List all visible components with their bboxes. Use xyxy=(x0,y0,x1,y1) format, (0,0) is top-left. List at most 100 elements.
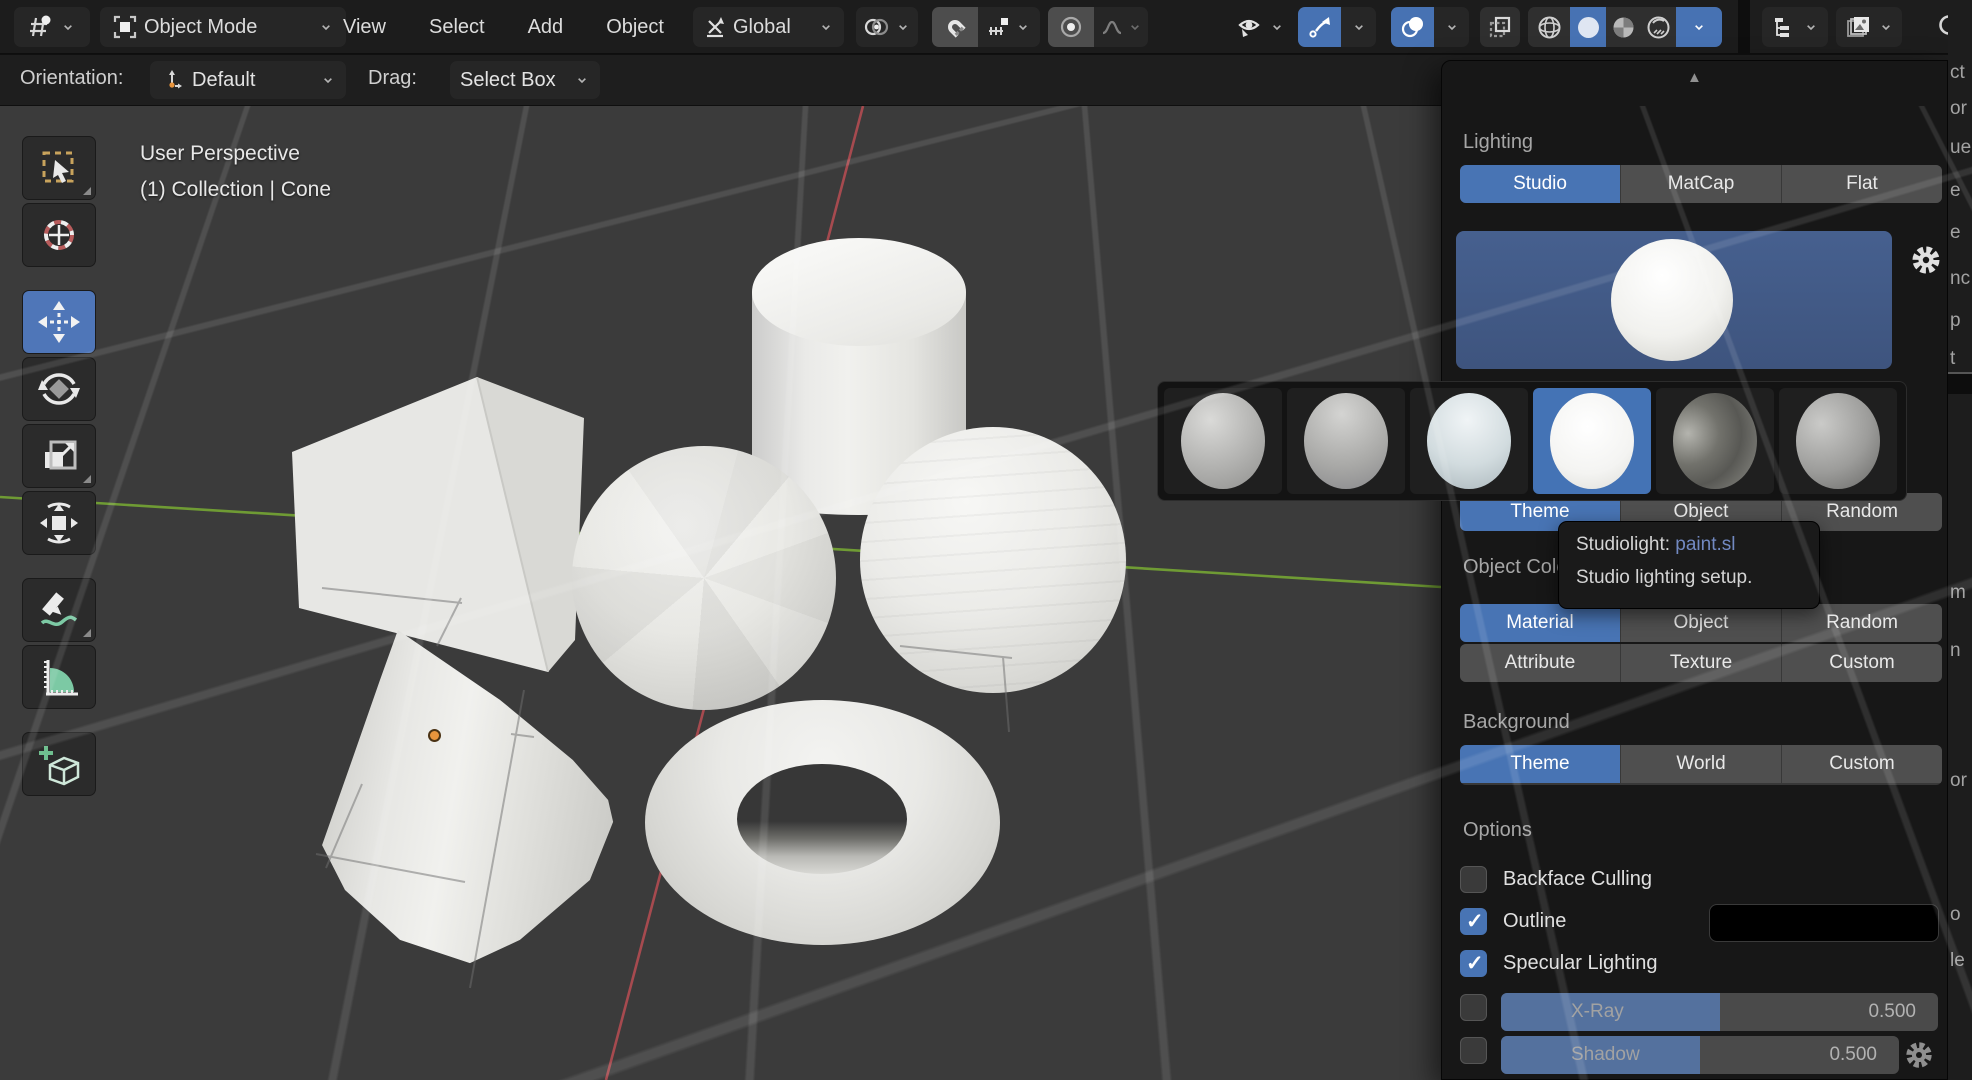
background-custom[interactable]: Custom xyxy=(1782,745,1942,783)
studiolight-thumb-4[interactable] xyxy=(1533,388,1651,494)
studiolight-preview[interactable] xyxy=(1456,231,1892,369)
shading-options-dropdown[interactable] xyxy=(1676,7,1722,47)
studiolight-thumb-1[interactable] xyxy=(1164,388,1282,494)
orientation-dropdown[interactable]: Default xyxy=(150,61,346,99)
outliner-filter-button[interactable] xyxy=(1836,7,1902,47)
shading-wireframe-button[interactable] xyxy=(1528,7,1570,47)
shadow-settings-gear-icon[interactable] xyxy=(1903,1039,1935,1071)
color-texture[interactable]: Texture xyxy=(1621,644,1781,682)
studiolight-thumb-5[interactable] xyxy=(1656,388,1774,494)
menu-select[interactable]: Select xyxy=(423,12,491,43)
color-row-2: Attribute Texture Custom xyxy=(1460,644,1942,682)
tab-flat[interactable]: Flat xyxy=(1782,165,1942,203)
gizmo-arrow-icon xyxy=(1307,14,1333,40)
color-object[interactable]: Object xyxy=(1621,604,1781,642)
tool-move[interactable] xyxy=(22,290,96,354)
rendered-sphere-icon xyxy=(1645,14,1672,41)
drag-caption: Drag: xyxy=(368,67,417,90)
shading-solid-button[interactable] xyxy=(1570,7,1606,47)
measure-tool-icon xyxy=(36,654,82,700)
outline-color-swatch[interactable] xyxy=(1709,904,1939,942)
options-heading: Options xyxy=(1463,819,1532,842)
outline-checkbox[interactable] xyxy=(1460,908,1487,935)
xray-slider-label: X-Ray xyxy=(1571,1001,1624,1023)
studiolight-sphere-4 xyxy=(1550,393,1634,489)
gizmos-toggle[interactable] xyxy=(1298,7,1341,47)
falloff-curve-icon xyxy=(1100,15,1124,39)
color-random[interactable]: Random xyxy=(1782,604,1942,642)
studiolight-thumb-3[interactable] xyxy=(1410,388,1528,494)
xray-toggle[interactable] xyxy=(1480,7,1520,47)
studiolight-sphere-5 xyxy=(1673,393,1757,489)
chevron-down-icon xyxy=(1803,19,1819,35)
background-theme[interactable]: Theme xyxy=(1460,745,1620,783)
xray-checkbox[interactable] xyxy=(1460,994,1487,1021)
material-preview-sphere-icon xyxy=(1610,14,1637,41)
add-cube-icon xyxy=(36,741,82,787)
tool-cursor[interactable] xyxy=(22,203,96,267)
tool-select-box[interactable] xyxy=(22,136,96,200)
specular-lighting-checkbox[interactable] xyxy=(1460,950,1487,977)
occluded-text-fragment: or xyxy=(1950,770,1967,792)
tab-studio[interactable]: Studio xyxy=(1460,165,1620,203)
outliner-editor-type-button[interactable] xyxy=(1762,7,1828,47)
shadow-checkbox[interactable] xyxy=(1460,1037,1487,1064)
backface-culling-checkbox[interactable] xyxy=(1460,866,1487,893)
tool-scale[interactable] xyxy=(22,424,96,488)
proportional-editing-toggle[interactable] xyxy=(1048,7,1094,47)
background-row: Theme World Custom xyxy=(1460,745,1942,785)
chevron-down-icon xyxy=(60,19,76,35)
studiolight-thumb-6[interactable] xyxy=(1779,388,1897,494)
overlays-toggle[interactable] xyxy=(1391,7,1434,47)
tab-matcap[interactable]: MatCap xyxy=(1621,165,1781,203)
transform-orientation-dropdown[interactable]: Global xyxy=(693,7,844,47)
tooltip-description: Studio lighting setup. xyxy=(1576,567,1802,589)
menu-add[interactable]: Add xyxy=(522,12,570,43)
snap-settings-dropdown[interactable] xyxy=(978,7,1040,47)
shadow-slider-value: 0.500 xyxy=(1829,1044,1877,1066)
color-custom[interactable]: Custom xyxy=(1782,644,1942,682)
shadow-slider[interactable]: Shadow 0.500 xyxy=(1501,1036,1899,1074)
overlays-dropdown[interactable] xyxy=(1434,7,1469,47)
background-world[interactable]: World xyxy=(1621,745,1781,783)
visibility-dropdown[interactable] xyxy=(1229,7,1291,47)
occluded-editor-sliver: ctorueeencptmnorole xyxy=(1948,0,1972,1080)
snap-toggle[interactable] xyxy=(932,7,978,47)
occluded-text-fragment: n xyxy=(1950,640,1961,662)
tool-measure[interactable] xyxy=(22,645,96,709)
shading-material-button[interactable] xyxy=(1606,7,1641,47)
drag-mode-dropdown[interactable]: Select Box xyxy=(450,61,600,99)
occluded-text-fragment: m xyxy=(1950,582,1966,604)
object-origin-dot[interactable] xyxy=(428,729,441,742)
chevron-down-icon xyxy=(1269,19,1285,35)
color-material[interactable]: Material xyxy=(1460,604,1620,642)
transform-tool-icon xyxy=(36,500,82,546)
menu-view[interactable]: View xyxy=(337,12,392,43)
gizmos-dropdown[interactable] xyxy=(1341,7,1376,47)
orientation-caption: Orientation: xyxy=(20,67,123,90)
studiolight-settings-gear-icon[interactable] xyxy=(1909,243,1943,277)
menu-object[interactable]: Object xyxy=(600,12,670,43)
image-stack-icon xyxy=(1845,14,1872,41)
tooltip-value: paint.sl xyxy=(1675,534,1735,555)
chevron-down-icon xyxy=(320,72,336,88)
mode-dropdown[interactable]: Object Mode xyxy=(100,7,346,47)
tool-rotate[interactable] xyxy=(22,357,96,421)
proportional-falloff-dropdown[interactable] xyxy=(1094,7,1148,47)
editor-divider[interactable] xyxy=(1738,0,1750,54)
studiolight-thumb-2[interactable] xyxy=(1287,388,1405,494)
active-object-breadcrumb: (1) Collection | Cone xyxy=(140,172,331,208)
chevron-down-icon xyxy=(318,19,334,35)
pivot-point-dropdown[interactable] xyxy=(856,7,918,47)
tool-add-cube[interactable] xyxy=(22,732,96,796)
xray-slider[interactable]: X-Ray 0.500 xyxy=(1501,993,1938,1031)
editor-type-button[interactable] xyxy=(14,7,90,47)
chevron-down-icon xyxy=(1015,19,1031,35)
tool-transform[interactable] xyxy=(22,491,96,555)
color-attribute[interactable]: Attribute xyxy=(1460,644,1620,682)
shading-rendered-button[interactable] xyxy=(1641,7,1676,47)
tool-annotate[interactable] xyxy=(22,578,96,642)
pivot-point-icon xyxy=(863,14,889,40)
editor-type-icon xyxy=(28,14,54,40)
popover-scroll-up-arrow[interactable]: ▲ xyxy=(1687,69,1702,86)
